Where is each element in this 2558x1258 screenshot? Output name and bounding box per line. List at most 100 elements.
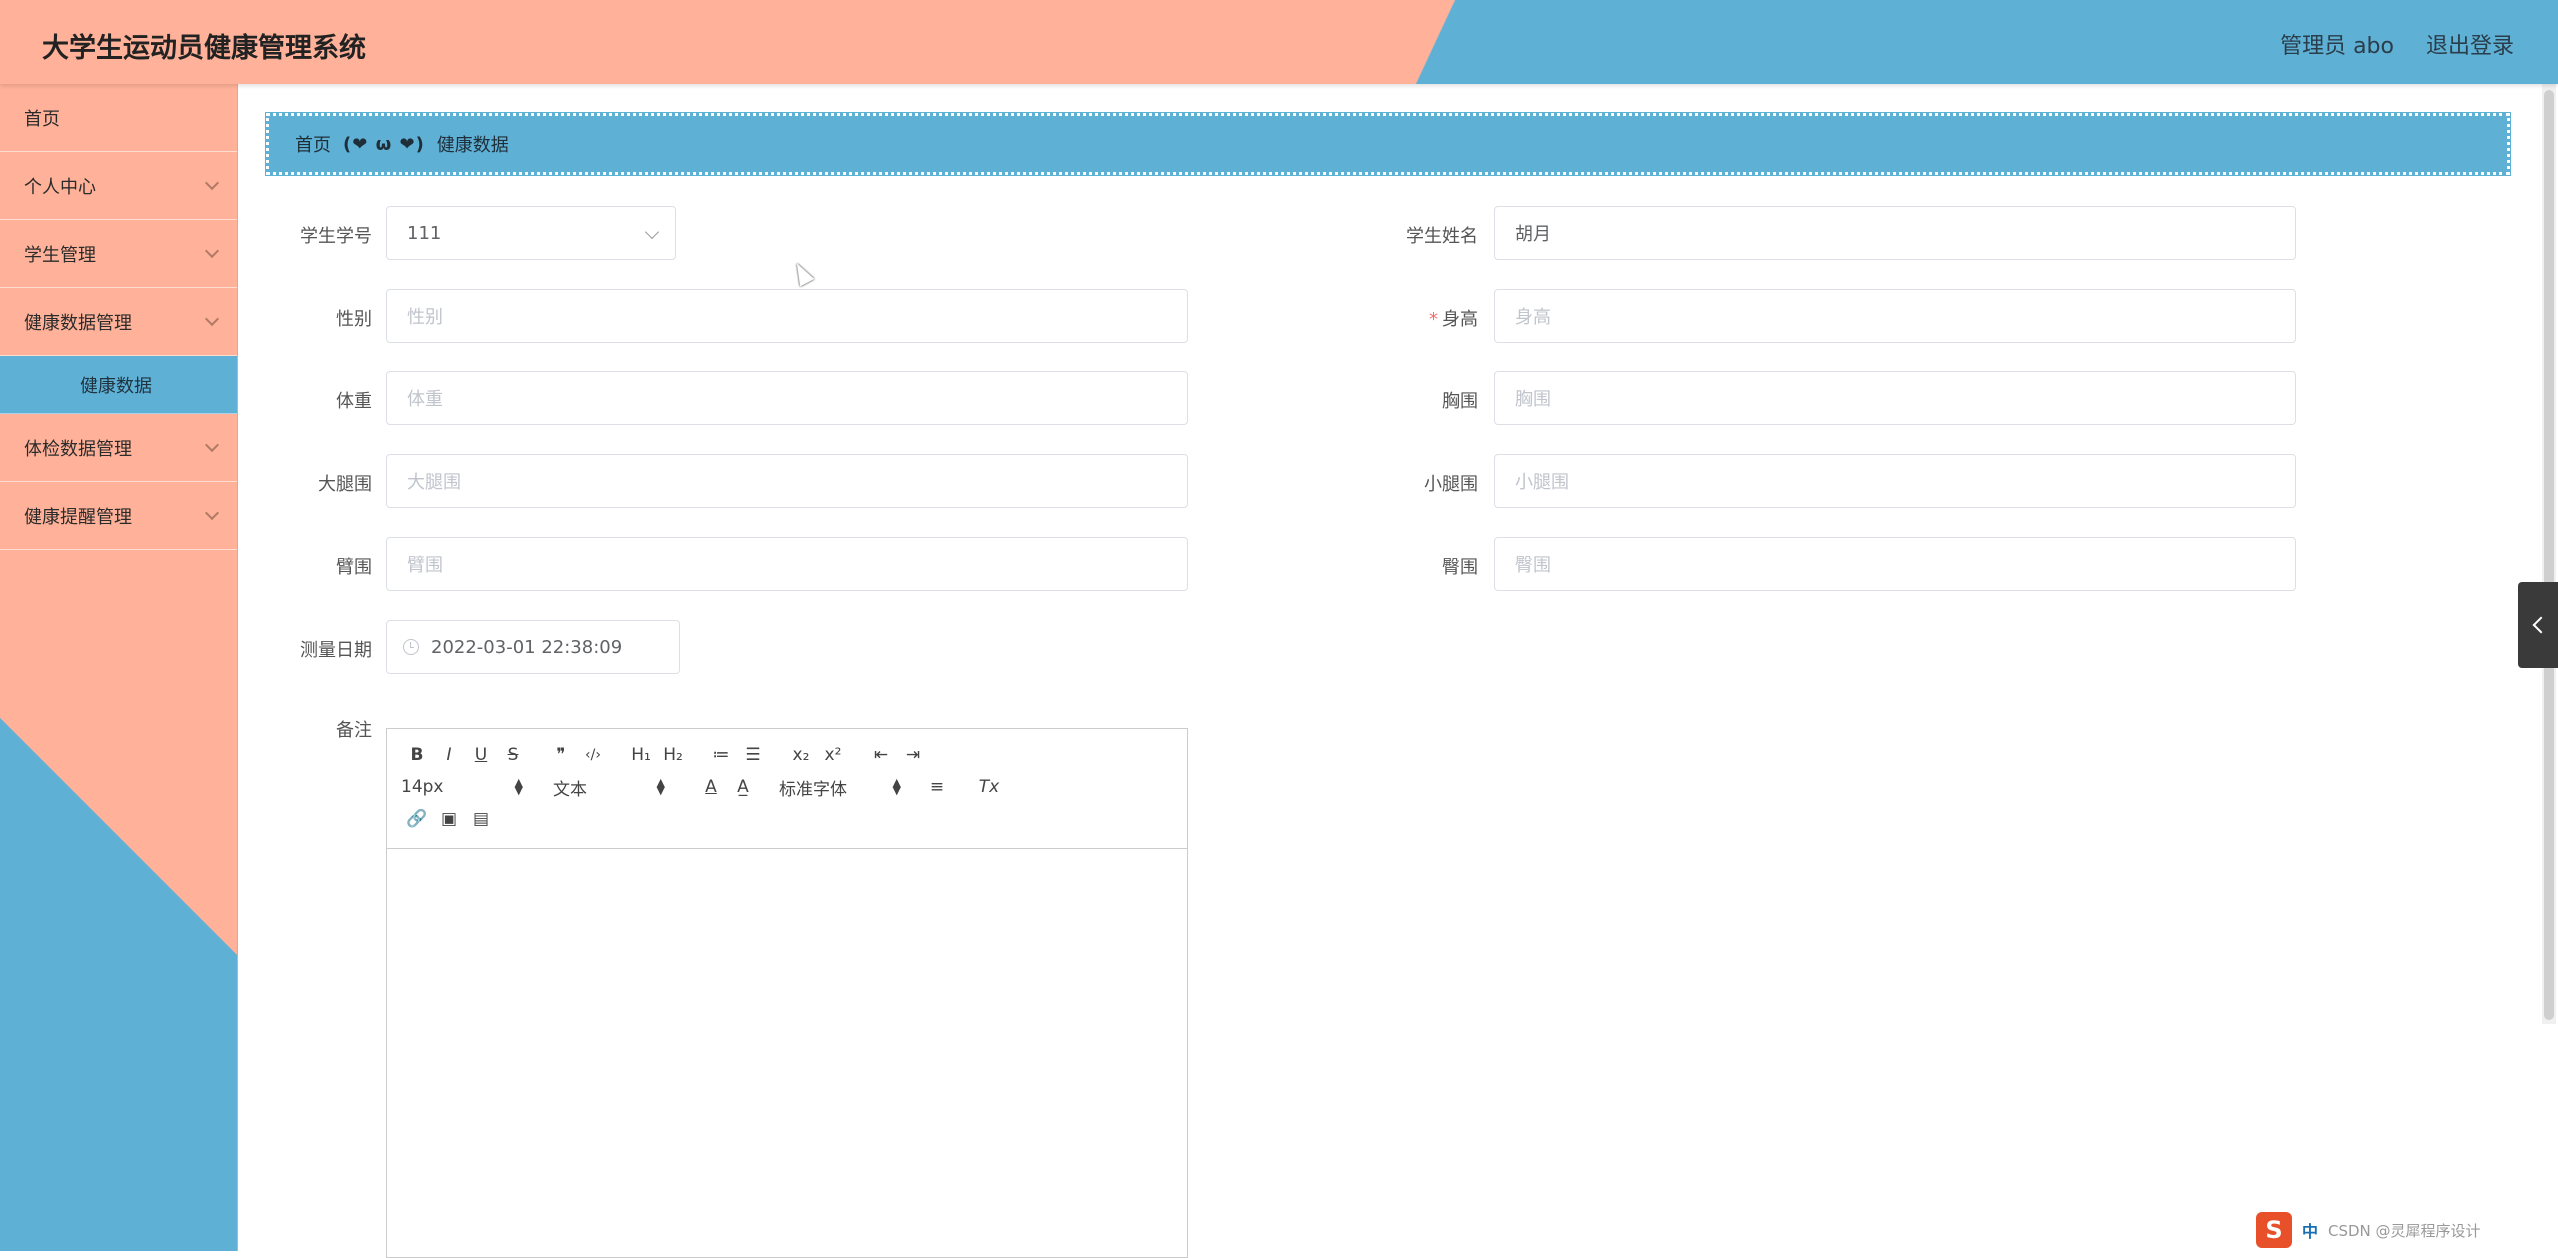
updown-icon: ▲ ▼ [892,776,901,797]
superscript-button[interactable]: x² [817,745,849,765]
sidebar-item-home[interactable]: 首页 [0,84,237,152]
video-button[interactable]: ▤ [465,809,497,829]
ime-mode-toggle[interactable]: 中 [2302,1218,2318,1242]
arm-label: 臂围 [336,557,372,578]
breadcrumb: 首页 (❤ ω ❤) 健康数据 [265,112,2511,176]
required-mark: * [1429,309,1438,330]
sidebar-item-label: 体检数据管理 [24,438,132,460]
thigh-label: 大腿围 [318,474,372,495]
hip-input[interactable]: 臀围 [1494,537,2296,591]
header1-button[interactable]: H₁ [625,745,657,765]
ime-logo-icon[interactable]: S [2256,1212,2292,1248]
date-label: 测量日期 [300,640,372,661]
toolbar-row-format: B I U S ❞ ‹/› H₁ H₂ ≔ ☰ x₂ x² ⇤ ⇥ [401,741,929,769]
hip-label: 臀围 [1442,557,1478,578]
chest-input[interactable]: 胸围 [1494,371,2296,425]
student-name-input[interactable]: 胡月 [1494,206,2296,260]
mouse-cursor-icon [789,259,815,287]
link-button[interactable]: 🔗 [401,809,433,829]
top-header: 大学生运动员健康管理系统 管理员 abo 退出登录 [0,0,2558,84]
chevron-down-icon [204,243,220,259]
breadcrumb-current: 健康数据 [436,135,509,156]
font-family-value: 标准字体 [779,779,847,800]
updown-icon: ▲ ▼ [656,776,665,797]
sidebar-item-label: 健康数据管理 [24,312,132,334]
outdent-button[interactable]: ⇤ [865,745,897,765]
notes-editor: B I U S ❞ ‹/› H₁ H₂ ≔ ☰ x₂ x² ⇤ ⇥ 14px ▲… [386,728,1188,1258]
underline-button[interactable]: U [465,745,497,765]
sidebar-item-student-management[interactable]: 学生管理 [0,220,237,288]
side-panel-toggle[interactable] [2518,582,2558,668]
sidebar-item-label: 首页 [24,108,60,130]
chevron-down-icon [204,505,220,521]
sidebar-subitem-health-data[interactable]: 健康数据 [0,356,237,414]
font-family-select[interactable]: 标准字体 ▲ ▼ [779,775,901,800]
watermark-text: CSDN @灵犀程序设计 [2328,1221,2481,1240]
align-button[interactable]: ≡ [921,777,953,797]
chevron-left-icon [2532,616,2550,634]
calf-label: 小腿围 [1424,474,1478,495]
indent-button[interactable]: ⇥ [897,745,929,765]
clock-icon [403,639,419,655]
chest-label: 胸围 [1442,391,1478,412]
gender-label: 性别 [336,309,372,330]
weight-input[interactable]: 体重 [386,371,1188,425]
sidebar: 首页 个人中心 学生管理 健康数据管理 健康数据 体检数据管理 健康提醒管理 [0,84,238,1251]
header-user-area: 管理员 abo 退出登录 [2280,28,2514,60]
date-picker[interactable]: 2022-03-01 22:38:09 [386,620,680,674]
student-id-select[interactable]: 111 [386,206,676,260]
font-size-value: 14px [401,777,444,797]
arm-input[interactable]: 臂围 [386,537,1188,591]
date-value: 2022-03-01 22:38:09 [431,636,623,658]
sidebar-item-label: 个人中心 [24,176,96,198]
page-scrollbar-thumb[interactable] [2544,90,2554,1020]
breadcrumb-home[interactable]: 首页 [295,131,331,157]
sidebar-item-personal-center[interactable]: 个人中心 [0,152,237,220]
updown-icon: ▲ ▼ [514,776,523,797]
breadcrumb-separator: (❤ ω ❤) [343,133,425,155]
sidebar-item-health-reminder-management[interactable]: 健康提醒管理 [0,482,237,550]
sidebar-item-exam-data-management[interactable]: 体检数据管理 [0,414,237,482]
image-button[interactable]: ▣ [433,809,465,829]
student-id-label: 学生学号 [300,226,372,247]
thigh-input[interactable]: 大腿围 [386,454,1188,508]
notes-label: 备注 [336,720,372,741]
chevron-down-icon [204,311,220,327]
chevron-down-icon [204,175,220,191]
student-name-label: 学生姓名 [1406,226,1478,247]
height-label-text: 身高 [1442,309,1478,330]
student-id-value: 111 [407,222,442,244]
height-input[interactable]: 身高 [1494,289,2296,343]
ordered-list-button[interactable]: ≔ [705,745,737,765]
bold-button[interactable]: B [401,745,433,765]
font-color-button[interactable]: A [695,777,727,797]
background-color-button[interactable]: A̲ [727,777,759,797]
subscript-button[interactable]: x₂ [785,745,817,765]
height-label: * 身高 [1368,305,1478,331]
toolbar-row-insert: 🔗 ▣ ▤ [401,805,497,833]
editor-toolbar: B I U S ❞ ‹/› H₁ H₂ ≔ ☰ x₂ x² ⇤ ⇥ 14px ▲… [387,729,1187,849]
clear-format-button[interactable]: Tx [973,777,1005,797]
chevron-down-icon [644,224,660,240]
chevron-down-icon [204,437,220,453]
gender-input[interactable]: 性别 [386,289,1188,343]
weight-label: 体重 [336,391,372,412]
block-type-select[interactable]: 文本 ▲ ▼ [553,775,665,800]
calf-input[interactable]: 小腿围 [1494,454,2296,508]
editor-content-area[interactable] [387,849,1187,1257]
code-block-button[interactable]: ‹/› [577,747,609,763]
header2-button[interactable]: H₂ [657,745,689,765]
current-user: 管理员 abo [2280,34,2394,59]
font-size-select[interactable]: 14px ▲ ▼ [401,777,523,797]
sidebar-item-label: 健康提醒管理 [24,506,132,528]
logout-link[interactable]: 退出登录 [2426,28,2514,60]
ime-toolbar: S 中 CSDN @灵犀程序设计 [2256,1212,2558,1248]
sidebar-item-label: 学生管理 [24,244,96,266]
bullet-list-button[interactable]: ☰ [737,745,769,765]
blockquote-button[interactable]: ❞ [545,745,577,765]
sidebar-item-health-data-management[interactable]: 健康数据管理 [0,288,237,356]
block-type-value: 文本 [553,779,587,800]
italic-button[interactable]: I [433,745,465,765]
toolbar-row-style: 14px ▲ ▼ 文本 ▲ ▼ A A̲ 标准字体 ▲ ▼ ≡ Tx [401,773,1005,801]
strike-button[interactable]: S [497,745,529,765]
